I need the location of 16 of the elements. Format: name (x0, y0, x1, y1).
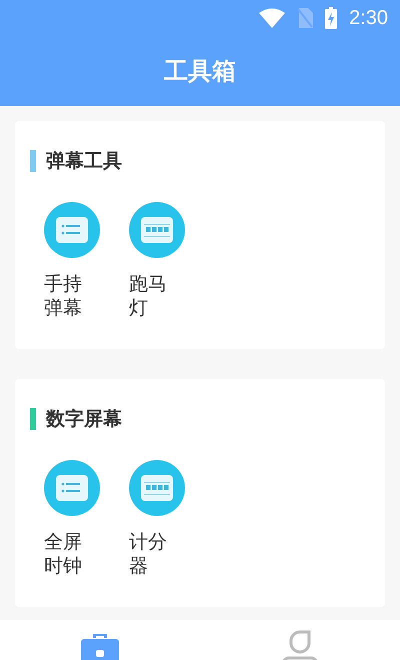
tool-label[interactable]: 计分器 (129, 530, 175, 578)
status-time: 2:30 (349, 6, 388, 30)
list-card-icon[interactable] (44, 460, 100, 516)
page-title: 工具箱 (164, 56, 236, 87)
list-card-icon[interactable] (44, 202, 100, 258)
tool-label[interactable]: 手持弹幕 (44, 272, 90, 320)
wifi-icon (259, 8, 286, 28)
no-sim-icon (297, 8, 314, 28)
tool-label[interactable]: 跑马灯 (129, 272, 175, 320)
battery-icon (325, 7, 338, 29)
person-icon[interactable] (280, 630, 320, 660)
section-title: 弹幕工具 (46, 149, 122, 174)
tool-label[interactable]: 全屏时钟 (44, 530, 90, 578)
display-panel-icon[interactable] (129, 460, 185, 516)
display-panel-icon[interactable] (129, 202, 185, 258)
section-title: 数字屏幕 (46, 407, 122, 432)
